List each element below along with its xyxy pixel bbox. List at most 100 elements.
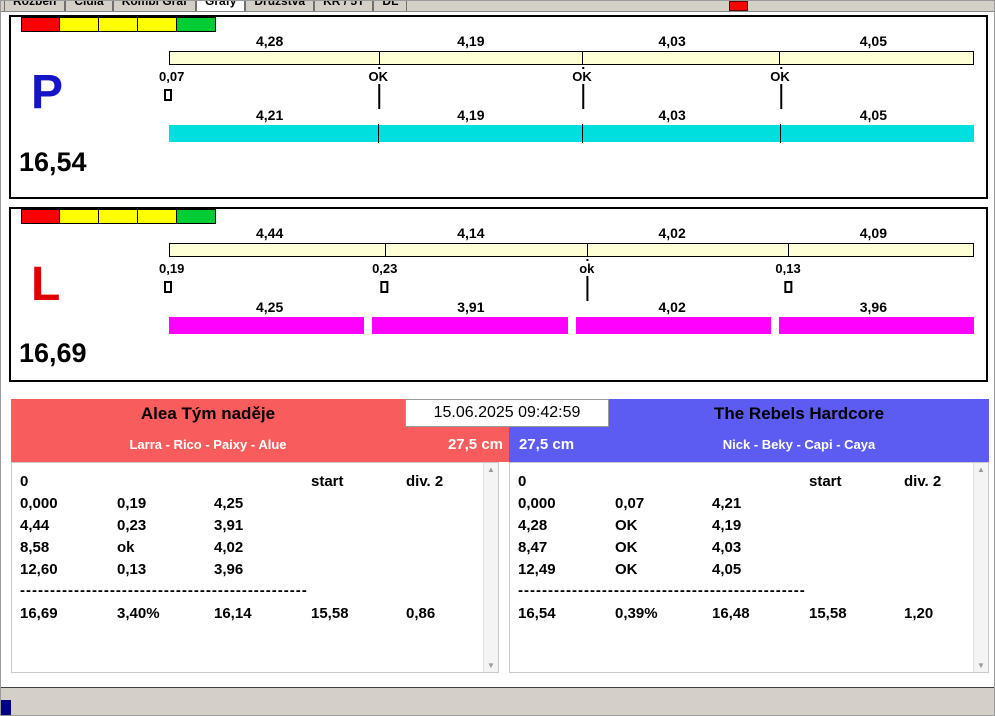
status-bar: [1, 687, 994, 715]
dog-times-bar: [169, 317, 974, 334]
result-cell: OK: [615, 517, 638, 534]
tab-dl[interactable]: DL: [373, 1, 408, 11]
tab-kr-5t[interactable]: KR / 5T: [314, 1, 374, 11]
result-cell: [809, 559, 904, 581]
team-right-results-box[interactable]: 0 start div. 2 0,000 0,07 4,21 4,28 OK 4…: [509, 462, 989, 673]
fault-marker-icon: [164, 89, 172, 101]
result-cell: [311, 493, 406, 515]
segment-divider: [787, 243, 789, 257]
cumulative-splits-row: 4,44 4,14 4,02 4,09: [169, 225, 974, 241]
scroll-down-icon[interactable]: ▼: [974, 661, 988, 670]
scroll-down-icon[interactable]: ▼: [484, 661, 498, 670]
light-red: [21, 209, 60, 224]
split-value: 4,02: [658, 299, 686, 315]
light-yellow-2: [99, 209, 138, 224]
fault-marker-icon: [164, 281, 172, 293]
lane-letter-p: P: [31, 66, 64, 119]
segment-divider: [779, 51, 781, 65]
lane-letter-l: L: [31, 258, 61, 311]
tab-kombi-graf[interactable]: Kombi Graf: [112, 1, 197, 11]
result-cell: 0,19: [117, 495, 147, 512]
change-mark: ok: [576, 259, 598, 301]
tab-list: Rozbeh Cidla Kombi Graf Grafy Družstva K…: [4, 1, 408, 11]
result-cell: 3,96: [214, 561, 244, 578]
segment-divider: [586, 243, 588, 257]
app-window: Rozbeh Cidla Kombi Graf Grafy Družstva K…: [0, 0, 995, 716]
mark-label: ok: [576, 261, 598, 276]
team-left-jump-height: 27,5 cm: [447, 436, 503, 453]
segment-divider: [385, 243, 387, 257]
results-header-cell: [214, 471, 311, 493]
tab-druzstva[interactable]: Družstva: [245, 1, 315, 11]
result-cell: 4,02: [214, 539, 244, 556]
split-value: 4,03: [658, 33, 686, 49]
split-value: 4,44: [256, 225, 284, 241]
results-header-cell: [712, 471, 809, 493]
total-cell: 1,20: [904, 605, 934, 622]
race-timestamp: 15.06.2025 09:42:59: [405, 399, 609, 427]
dog-time-segment: [778, 317, 974, 334]
total-cell: 16,14: [214, 605, 252, 622]
cumulative-splits-row: 4,28 4,19 4,03 4,05: [169, 33, 974, 49]
result-cell: [904, 559, 968, 581]
change-mark: OK: [365, 67, 392, 109]
change-marks-row: 0,07 OK OK OK: [156, 67, 974, 111]
segment-divider: [581, 51, 583, 65]
result-cell: 8,47: [518, 539, 548, 556]
split-value: 4,21: [256, 107, 284, 123]
total-cell: 15,58: [311, 605, 349, 622]
results-header-cell: 0: [20, 473, 29, 490]
change-mark: OK: [569, 67, 595, 109]
result-cell: 8,58: [20, 539, 50, 556]
dog-time-segment: [169, 317, 365, 334]
split-value: 4,19: [457, 107, 485, 123]
result-cell: [311, 537, 406, 559]
scroll-up-icon[interactable]: ▲: [484, 465, 498, 474]
result-cell: OK: [615, 539, 638, 556]
result-cell: 0,07: [615, 495, 645, 512]
result-cell: [904, 515, 968, 537]
result-cell: [406, 581, 478, 601]
tab-cidla[interactable]: Cidla: [65, 1, 113, 11]
result-cell: 4,28: [518, 517, 548, 534]
result-cell: [809, 537, 904, 559]
team-left-results-grid: 0 start div. 2 0,000 0,19 4,25 4,44 0,23…: [12, 463, 498, 625]
results-header-cell: start: [311, 473, 344, 490]
segment-divider: [581, 124, 583, 143]
result-cell: 0,23: [117, 517, 147, 534]
result-cell: 0,000: [518, 495, 556, 512]
mark-label: 0,19: [156, 261, 188, 276]
change-marks-row: 0,19 0,23 ok 0,13: [156, 259, 974, 303]
result-cell: 0,13: [117, 561, 147, 578]
result-cell: [406, 515, 478, 537]
start-mark: 0,19: [156, 261, 188, 293]
scrollbar-vertical[interactable]: ▲ ▼: [973, 463, 988, 672]
fault-marker-icon: [380, 281, 389, 293]
results-header-cell: div. 2: [904, 473, 942, 490]
result-cell: [809, 493, 904, 515]
result-cell: 4,25: [214, 495, 244, 512]
light-yellow-2: [99, 17, 138, 32]
start-mark: 0,07: [156, 69, 188, 101]
result-cell: [904, 581, 968, 601]
mark-label: OK: [767, 69, 793, 84]
team-left-results-box[interactable]: 0 start div. 2 0,000 0,19 4,25 4,44 0,23…: [11, 462, 499, 673]
split-value: 4,05: [859, 33, 887, 49]
result-cell: 4,21: [712, 495, 742, 512]
light-yellow-1: [60, 17, 99, 32]
result-cell: 3,91: [214, 517, 244, 534]
results-section: Alea Tým naděje The Rebels Hardcore Larr…: [11, 399, 989, 675]
split-value: 4,05: [859, 107, 887, 123]
split-value: 4,02: [658, 225, 686, 241]
total-cell: 15,58: [809, 605, 847, 622]
tab-bar: Rozbeh Cidla Kombi Graf Grafy Družstva K…: [1, 1, 994, 12]
scrollbar-vertical[interactable]: ▲ ▼: [483, 463, 498, 672]
tab-grafy[interactable]: Grafy: [196, 1, 246, 11]
dog-times-bar: [169, 124, 974, 143]
tab-rozbeh[interactable]: Rozbeh: [4, 1, 66, 11]
total-cell: 0,39%: [615, 605, 658, 622]
scroll-up-icon[interactable]: ▲: [974, 465, 988, 474]
separator-line: ----------------------------------------…: [20, 582, 308, 599]
results-header-cell: [615, 471, 712, 493]
status-indicator-light: [729, 1, 748, 11]
